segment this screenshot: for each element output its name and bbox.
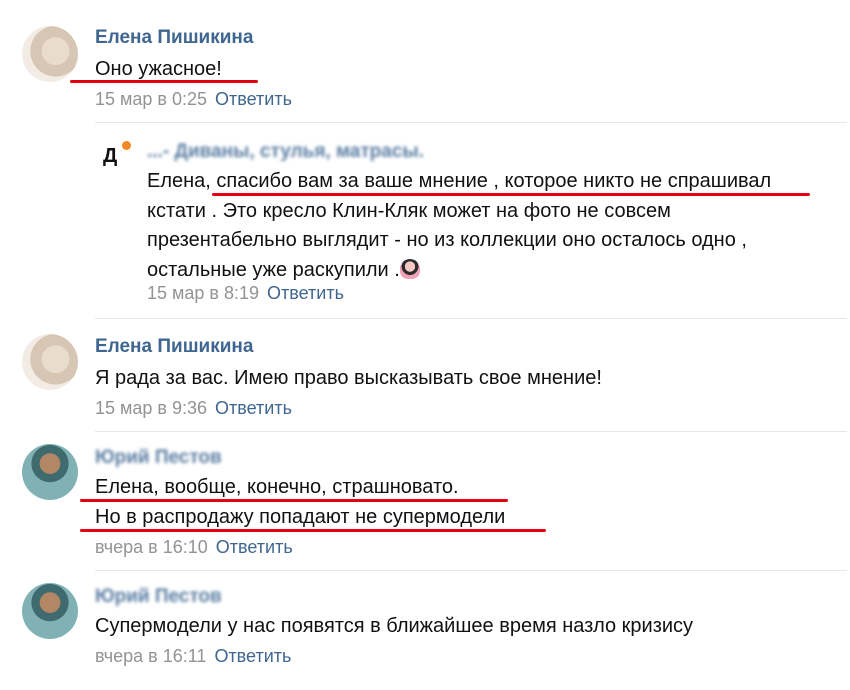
comment-text: Супермодели у нас появятся в ближайшее в…: [95, 615, 694, 637]
comment-meta: вчера в 16:10 Ответить: [95, 537, 293, 558]
reply-button[interactable]: Ответить: [216, 537, 293, 557]
comment-meta: вчера в 16:11 Ответить: [95, 646, 291, 667]
emoji-icon: [399, 258, 420, 279]
highlight-underline: [70, 80, 258, 83]
comment-meta: 15 мар в 8:19 Ответить: [147, 283, 344, 304]
comment-date[interactable]: вчера в 16:11: [95, 646, 206, 666]
comment-date[interactable]: 15 мар в 9:36: [95, 398, 207, 418]
comment-line-text: остальные уже раскупили .: [147, 258, 400, 281]
avatar[interactable]: [22, 334, 78, 390]
author-name[interactable]: Елена Пишикина: [95, 336, 253, 358]
comment-date[interactable]: 15 мар в 8:19: [147, 283, 259, 303]
comment-text: Елена, спасибо вам за ваше мнение , кото…: [147, 167, 771, 285]
comment-line: Но в распродажу попадают не супермодели: [95, 505, 506, 528]
highlight-underline: [80, 529, 546, 532]
reply-button[interactable]: Ответить: [214, 646, 291, 666]
divider: [95, 431, 847, 432]
reply-button[interactable]: Ответить: [215, 89, 292, 109]
comment-meta: 15 мар в 9:36 Ответить: [95, 398, 292, 419]
avatar[interactable]: [22, 583, 78, 639]
comment-date[interactable]: 15 мар в 0:25: [95, 89, 207, 109]
comment-text: Елена, вообще, конечно, страшновато. Но …: [95, 473, 505, 532]
divider: [95, 122, 847, 123]
highlight-underline: [212, 193, 810, 196]
divider: [95, 570, 847, 571]
reply-button[interactable]: Ответить: [267, 283, 344, 303]
avatar[interactable]: [22, 444, 78, 500]
comment-text: Я рада за вас. Имею право высказывать св…: [95, 367, 602, 389]
comment-line: остальные уже раскупили .: [147, 256, 771, 286]
divider: [95, 318, 847, 319]
highlight-underline: [80, 499, 508, 502]
comment-line: кстати . Это кресло Клин-Кляк может на ф…: [147, 199, 671, 222]
reply-button[interactable]: Ответить: [215, 398, 292, 418]
comment-line: презентабельно выглядит - но из коллекци…: [147, 229, 747, 251]
comment-meta: 15 мар в 0:25 Ответить: [95, 89, 292, 110]
avatar[interactable]: [22, 26, 78, 82]
group-logo-letter: Д: [103, 145, 118, 167]
comment-date[interactable]: вчера в 16:10: [95, 537, 208, 557]
author-name[interactable]: Елена Пишикина: [95, 27, 253, 49]
author-name[interactable]: ...- Диваны, стулья, матрасы.: [147, 141, 424, 163]
group-logo-icon[interactable]: Д: [103, 141, 131, 167]
logo-dot-icon: [122, 141, 131, 150]
author-name[interactable]: Юрий Пестов: [95, 447, 222, 469]
author-name[interactable]: Юрий Пестов: [95, 586, 222, 608]
